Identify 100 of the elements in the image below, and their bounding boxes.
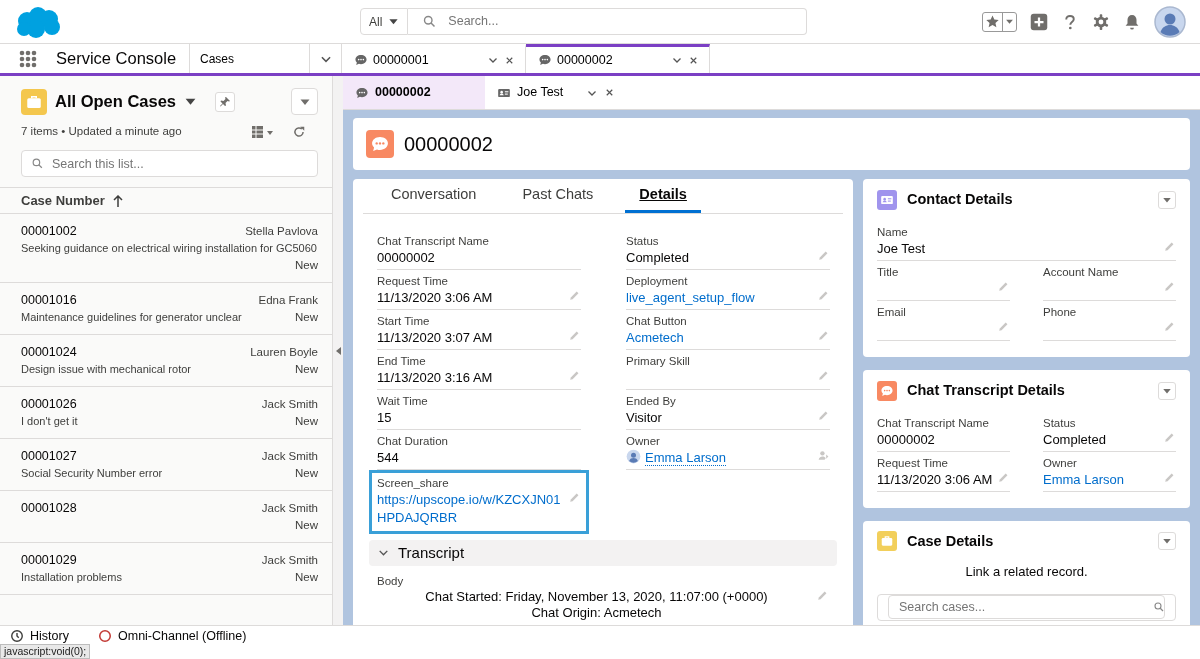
field-value: 11/13/2020 3:07 AM bbox=[377, 329, 493, 345]
field-value: 544 bbox=[377, 449, 399, 465]
collapse-handle-icon[interactable] bbox=[335, 346, 341, 355]
close-icon[interactable] bbox=[604, 87, 615, 98]
field-label: Start Time bbox=[377, 313, 431, 329]
case-number: 00001024 bbox=[21, 344, 77, 362]
settings-icon[interactable] bbox=[1092, 12, 1110, 31]
case-owner: Jack Smith bbox=[261, 501, 318, 517]
field-link[interactable]: live_agent_setup_flow bbox=[626, 288, 755, 307]
field-value: 11/13/2020 3:06 AM bbox=[377, 289, 493, 305]
case-owner: Jack Smith bbox=[261, 397, 318, 413]
section-header[interactable]: Transcript bbox=[369, 539, 837, 566]
case-row[interactable]: 00001016 Edna Frank Maintenance guidelines for generator unclear New bbox=[0, 283, 332, 336]
case-subject: Design issue with mechanical rotor bbox=[21, 362, 191, 378]
case-number: 00001002 bbox=[21, 223, 77, 241]
case-status: New bbox=[295, 258, 318, 274]
field-value: 00000002 bbox=[377, 249, 435, 265]
case-owner: Stella Pavlova bbox=[245, 224, 318, 240]
field-label: Owner bbox=[1043, 455, 1078, 471]
console-tab[interactable]: 00000002 bbox=[526, 44, 710, 73]
case-row[interactable]: 00001028 Jack Smith New bbox=[0, 491, 332, 544]
field-label: Screen_share bbox=[377, 475, 450, 491]
case-subject: Installation problems bbox=[21, 570, 122, 586]
field-label: Chat Duration bbox=[377, 433, 449, 449]
case-row[interactable]: 00001024 Lauren Boyle Design issue with mechanical rotor New bbox=[0, 335, 332, 388]
field-label: Owner bbox=[626, 433, 661, 449]
table-view-icon[interactable] bbox=[252, 124, 274, 139]
refresh-icon[interactable] bbox=[292, 124, 306, 139]
list-search-field[interactable]: Search this list... bbox=[21, 150, 318, 178]
field-value: Completed bbox=[1043, 431, 1106, 447]
case-list-icon bbox=[21, 88, 47, 115]
case-row[interactable]: 00001026 Jack Smith I don't get it New bbox=[0, 387, 332, 440]
field-label: Body bbox=[376, 573, 405, 589]
link-tooltip: javascript:void(0); bbox=[0, 644, 91, 659]
list-actions-button[interactable] bbox=[291, 88, 318, 115]
case-owner: Jack Smith bbox=[261, 553, 318, 569]
record-tab[interactable]: Conversation bbox=[377, 179, 491, 213]
field-link[interactable]: https://upscope.io/w/KZCXJN01HPDAJQRBR bbox=[377, 490, 564, 527]
app-launcher-icon[interactable] bbox=[19, 49, 37, 68]
case-subject: Seeking guidance on electrical wiring installation for GC5060 bbox=[21, 241, 317, 257]
field-value: 11/13/2020 3:06 AM bbox=[877, 471, 993, 487]
pin-icon bbox=[219, 95, 232, 108]
case-number: 00001027 bbox=[21, 448, 77, 466]
favorites-button[interactable] bbox=[982, 11, 1017, 32]
search-scope-dropdown[interactable]: All bbox=[360, 8, 409, 35]
card-title: Contact Details bbox=[907, 190, 1013, 209]
field-label: Name bbox=[877, 224, 909, 240]
field-value: Visitor bbox=[626, 409, 662, 425]
card-message: Link a related record. bbox=[964, 563, 1089, 582]
field-label: Deployment bbox=[626, 273, 689, 289]
card-title: Chat Transcript Details bbox=[907, 380, 1065, 400]
field-link[interactable]: Emma Larson bbox=[1043, 470, 1124, 489]
case-number: 00001029 bbox=[21, 552, 77, 570]
record-tab[interactable]: Details bbox=[625, 179, 701, 213]
chat-icon bbox=[355, 85, 369, 100]
add-icon[interactable] bbox=[1030, 12, 1048, 31]
field-value: Completed bbox=[626, 249, 689, 265]
column-header[interactable]: Case Number bbox=[21, 191, 105, 211]
case-subject: Maintenance guidelines for generator unclear bbox=[21, 310, 242, 326]
case-search-field[interactable]: Search cases... bbox=[888, 595, 1165, 620]
card-title: Case Details bbox=[907, 531, 994, 551]
logo-cloud-icon[interactable] bbox=[14, 4, 62, 39]
case-row[interactable]: 00001029 Jack Smith Installation problems New bbox=[0, 543, 332, 596]
field-label: Wait Time bbox=[377, 393, 429, 409]
record-tab[interactable]: Past Chats bbox=[508, 179, 608, 213]
field-label: Ended By bbox=[626, 393, 677, 409]
utility-item[interactable]: History bbox=[10, 629, 98, 643]
list-summary: 7 items • Updated a minute ago bbox=[21, 124, 182, 139]
search-field[interactable]: Search... bbox=[408, 8, 807, 35]
case-status: New bbox=[295, 310, 318, 326]
notifications-icon[interactable] bbox=[1123, 12, 1141, 31]
caret-icon bbox=[1005, 17, 1014, 26]
utility-item[interactable]: Omni-Channel (Offline) bbox=[98, 629, 247, 643]
card-actions-button[interactable] bbox=[1158, 532, 1176, 551]
case-status: New bbox=[295, 414, 318, 430]
case-row[interactable]: 00001002 Stella Pavlova Seeking guidance on electrical wiring installation for GC5060 New bbox=[0, 214, 332, 284]
field-label: Request Time bbox=[377, 273, 449, 289]
chat-transcript-icon bbox=[366, 130, 394, 158]
field-label: Phone bbox=[1043, 304, 1078, 320]
field-link[interactable]: Acmetech bbox=[626, 328, 684, 347]
subtab[interactable]: 00000002 bbox=[343, 76, 485, 109]
sort-ascending-icon[interactable] bbox=[112, 194, 123, 207]
owner-link[interactable]: Emma Larson bbox=[645, 449, 726, 466]
field-label: Account Name bbox=[1043, 264, 1120, 280]
avatar-icon[interactable] bbox=[1154, 5, 1186, 38]
offline-status-icon bbox=[98, 629, 112, 643]
card-actions-button[interactable] bbox=[1158, 190, 1176, 209]
pin-button[interactable] bbox=[215, 91, 236, 112]
case-number: 00001016 bbox=[21, 292, 77, 310]
card-actions-button[interactable] bbox=[1158, 381, 1176, 400]
chat-icon bbox=[354, 53, 368, 67]
case-row[interactable]: 00001027 Jack Smith Social Security Number error New bbox=[0, 439, 332, 492]
field-label: End Time bbox=[377, 353, 427, 369]
record-title: 00000002 bbox=[404, 132, 493, 157]
transcript-line: Chat Origin: Acmetech bbox=[530, 604, 663, 621]
history-icon bbox=[10, 629, 24, 643]
field-value: 11/13/2020 3:16 AM bbox=[377, 369, 493, 385]
field-value: 15 bbox=[377, 409, 392, 425]
field-label: Email bbox=[877, 304, 907, 320]
case-owner: Lauren Boyle bbox=[250, 345, 318, 361]
